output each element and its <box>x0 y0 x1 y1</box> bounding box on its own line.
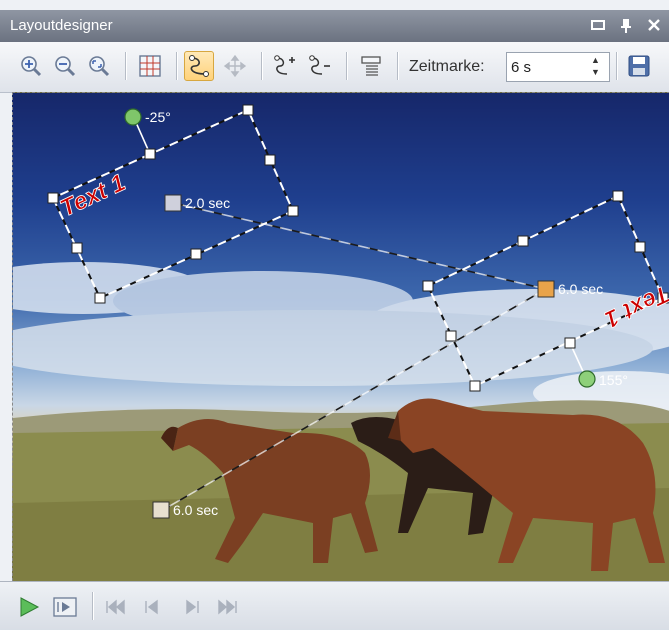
remove-keyframe-button[interactable] <box>305 51 335 81</box>
move-button[interactable] <box>220 51 250 81</box>
first-frame-icon <box>106 599 125 615</box>
motion-path-icon <box>189 55 209 77</box>
zoom-out-icon <box>55 56 76 77</box>
spin-up-icon[interactable]: ▲ <box>591 55 600 65</box>
rotation-label-2: 155° <box>599 372 628 388</box>
properties-button[interactable] <box>356 51 386 81</box>
playback-separator <box>92 592 94 620</box>
toolbar-separator <box>346 52 348 80</box>
close-icon[interactable] <box>645 16 663 34</box>
play-icon <box>20 597 40 617</box>
rotation-label-1: -25° <box>145 109 171 125</box>
toolbar-separator <box>125 52 127 80</box>
rotation-handle-1[interactable] <box>124 108 142 126</box>
pin-icon[interactable] <box>617 16 635 34</box>
keyframe-marker-2[interactable] <box>537 280 555 298</box>
zoom-in-button[interactable] <box>16 51 46 81</box>
text-object-1[interactable]: Text 1 <box>56 169 130 223</box>
keyframe-label-3: 6.0 sec <box>173 502 218 518</box>
grid-button[interactable] <box>135 51 165 81</box>
zeitmarke-label: Zeitmarke: <box>409 58 485 75</box>
next-frame-icon <box>186 599 199 615</box>
play-selection-icon <box>53 597 77 617</box>
remove-keyframe-icon <box>309 55 330 75</box>
window-title: Layoutdesigner <box>10 17 113 34</box>
motion-path-button[interactable] <box>184 51 214 81</box>
grid-icon <box>139 55 161 77</box>
zoom-out-button[interactable] <box>50 51 80 81</box>
previous-frame-icon <box>145 599 158 615</box>
properties-icon <box>361 56 381 76</box>
zeitmarke-input[interactable] <box>511 57 581 77</box>
layoutdesigner-window: Layoutdesigner Zeitmarke: 6 s ▲ ▼ -25° T… <box>0 0 669 630</box>
previous-frame-button[interactable] <box>140 594 166 620</box>
rotation-handle-2[interactable] <box>578 370 596 388</box>
keyframe-marker-1[interactable] <box>164 194 182 212</box>
playback-bar <box>0 581 669 630</box>
add-keyframe-icon <box>274 55 295 75</box>
add-keyframe-button[interactable] <box>270 51 300 81</box>
next-frame-button[interactable] <box>178 594 204 620</box>
save-icon <box>628 55 650 77</box>
scene-preview: -25° Text 1 155° Text 1 2.0 sec 6.0 sec … <box>13 104 669 581</box>
zoom-fit-icon <box>89 56 110 77</box>
spin-down-icon[interactable]: ▼ <box>591 67 600 77</box>
play-selection-button[interactable] <box>52 594 78 620</box>
last-frame-button[interactable] <box>214 594 240 620</box>
toolbar-separator <box>176 52 178 80</box>
toolbar-separator <box>397 52 399 80</box>
play-button[interactable] <box>16 594 42 620</box>
zoom-fit-button[interactable] <box>84 51 114 81</box>
minimize-icon[interactable] <box>589 16 607 34</box>
move-icon <box>223 54 247 78</box>
zeitmarke-spinbox[interactable]: ▲ ▼ <box>506 52 610 82</box>
layout-canvas[interactable]: -25° Text 1 155° Text 1 2.0 sec 6.0 sec … <box>12 92 669 581</box>
save-button[interactable] <box>624 51 654 81</box>
keyframe-label-1: 2.0 sec <box>185 195 230 211</box>
toolbar-separator <box>261 52 263 80</box>
zoom-in-icon <box>21 56 42 77</box>
title-bar: Layoutdesigner <box>0 10 669 42</box>
last-frame-icon <box>218 599 237 615</box>
keyframe-marker-3[interactable] <box>152 501 170 519</box>
keyframe-label-2: 6.0 sec <box>558 281 603 297</box>
first-frame-button[interactable] <box>103 594 129 620</box>
toolbar-separator <box>616 52 618 80</box>
